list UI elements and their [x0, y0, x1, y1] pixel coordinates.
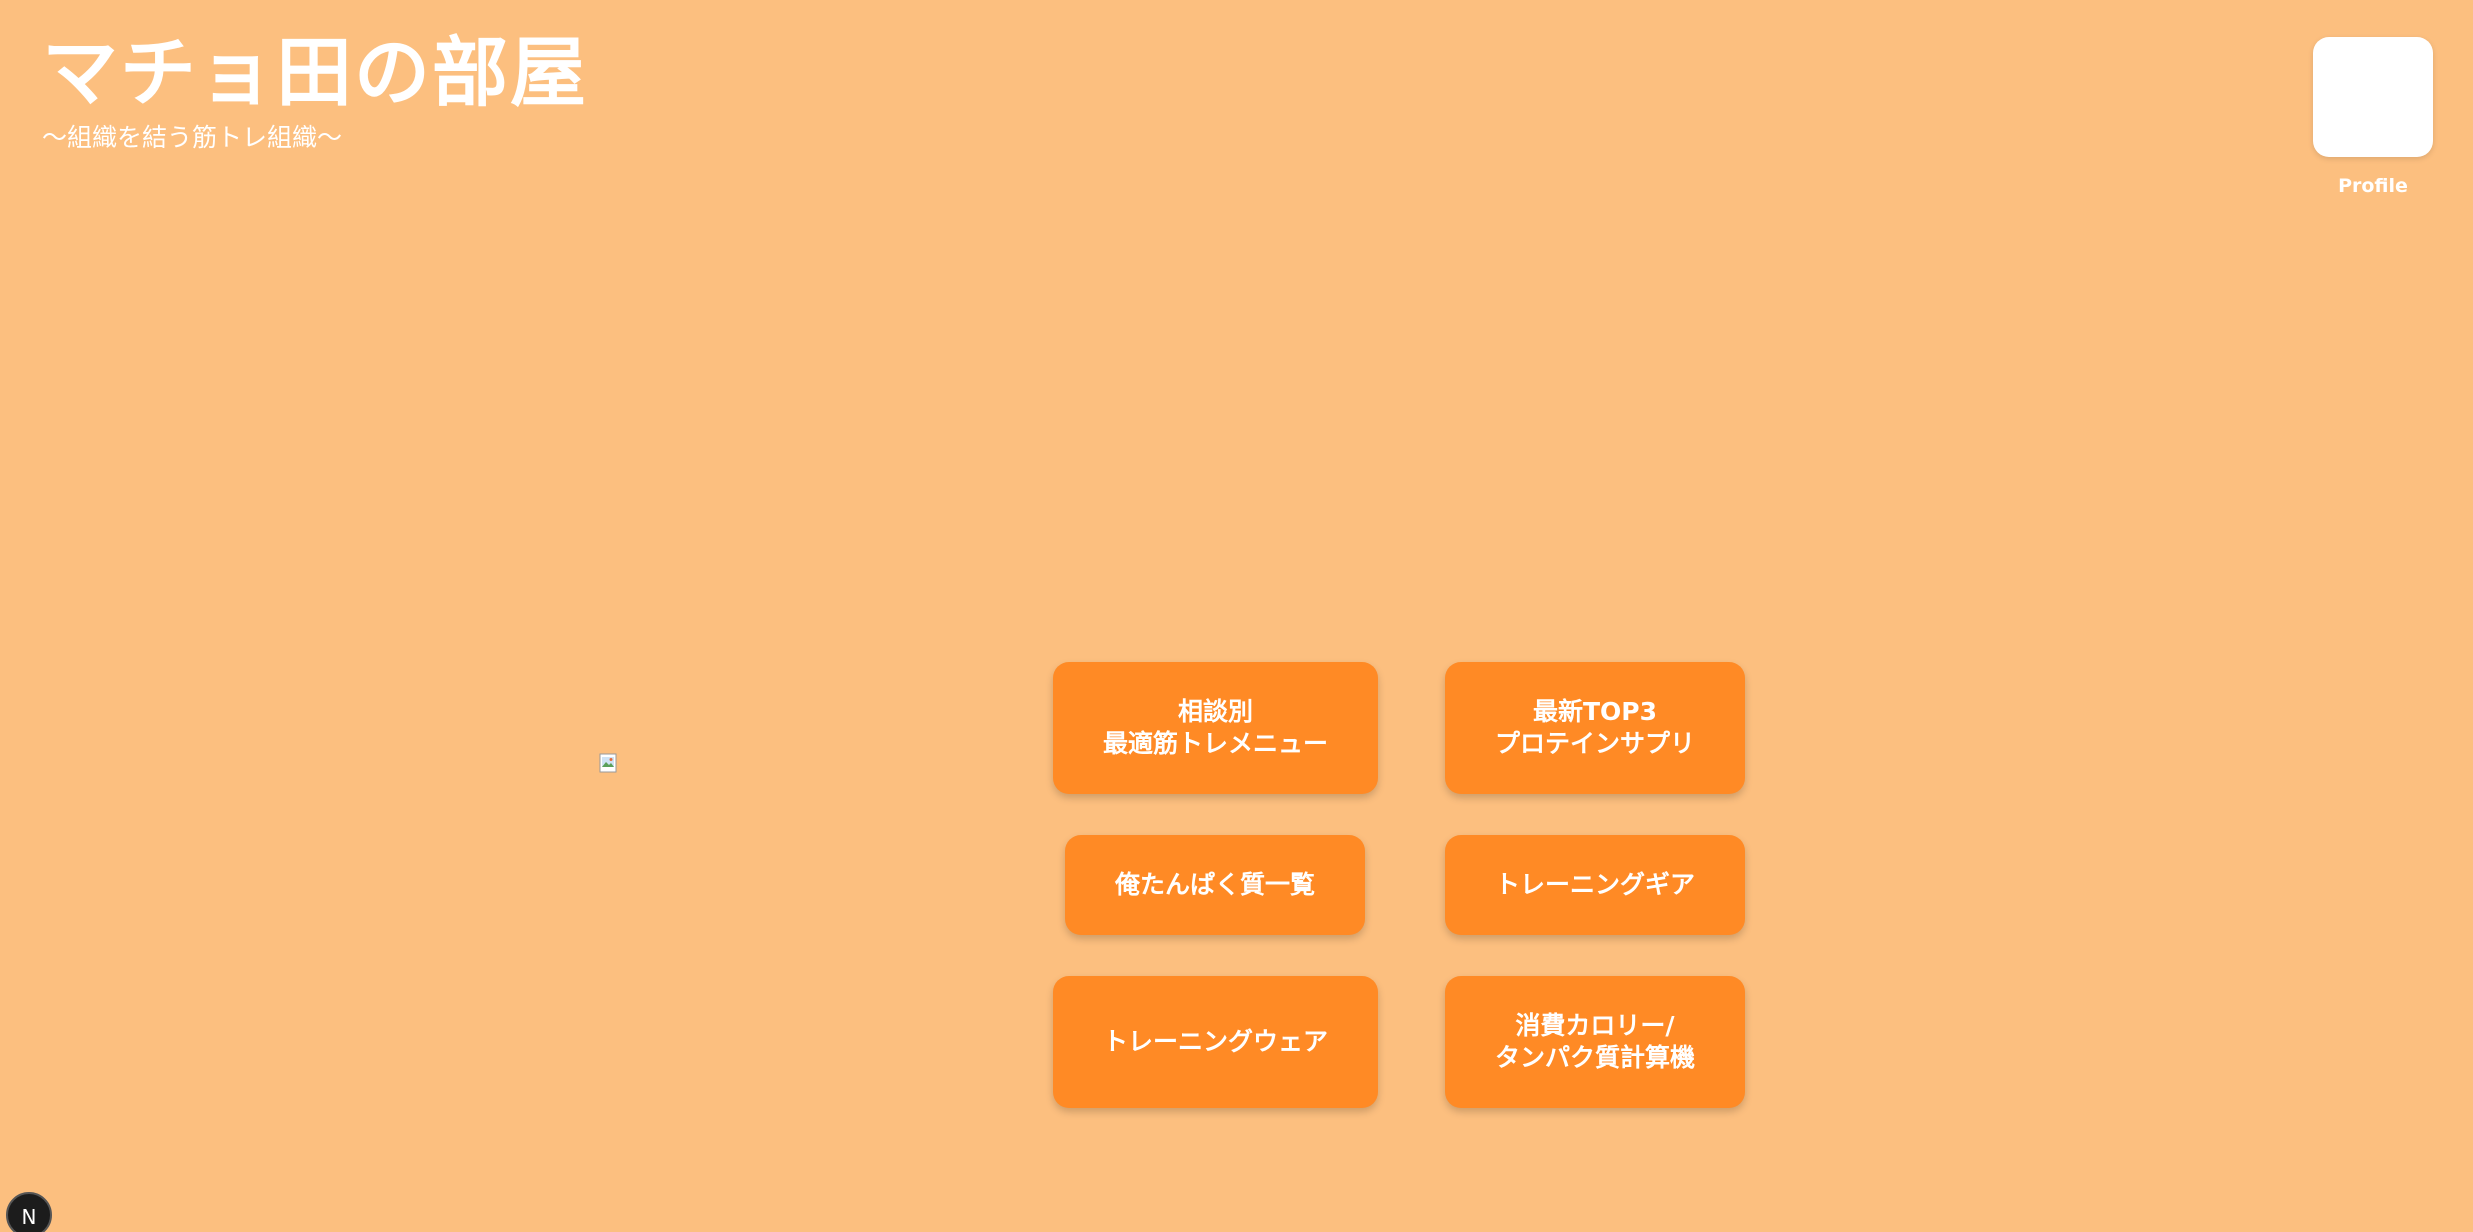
protein-list-button[interactable]: 俺たんぱく質一覧: [1065, 835, 1365, 935]
dev-tools-badge[interactable]: N: [6, 1192, 52, 1232]
broken-image-icon: [599, 753, 617, 773]
top3-protein-label-line1: 最新TOP3: [1532, 697, 1658, 726]
training-wear-button[interactable]: トレーニングウェア: [1053, 976, 1378, 1108]
site-title: マチョ田の部屋: [42, 28, 588, 117]
training-gear-label: トレーニングギア: [1494, 870, 1695, 899]
calorie-protein-calculator-button[interactable]: 消費カロリー/ タンパク質計算機: [1445, 976, 1745, 1108]
consult-menu-button[interactable]: 相談別 最適筋トレメニュー: [1053, 662, 1378, 794]
consult-menu-label-line1: 相談別: [1177, 697, 1253, 726]
profile-avatar[interactable]: [2313, 37, 2433, 157]
training-gear-button[interactable]: トレーニングギア: [1445, 835, 1745, 935]
top3-protein-button[interactable]: 最新TOP3 プロテインサプリ: [1445, 662, 1745, 794]
profile-label[interactable]: Profile: [2313, 172, 2433, 200]
calculator-label-line1: 消費カロリー/: [1515, 1011, 1675, 1040]
calculator-label-line2: タンパク質計算機: [1494, 1043, 1695, 1072]
training-wear-label: トレーニングウェア: [1102, 1027, 1328, 1056]
page: マチョ田の部屋 〜組織を結う筋トレ組織〜 Profile 相談別 最適筋トレメニ…: [0, 0, 2473, 1232]
protein-list-label: 俺たんぱく質一覧: [1114, 870, 1315, 899]
top3-protein-label-line2: プロテインサプリ: [1494, 729, 1695, 758]
consult-menu-label-line2: 最適筋トレメニュー: [1102, 729, 1328, 758]
site-subtitle: 〜組織を結う筋トレ組織〜: [42, 123, 343, 152]
